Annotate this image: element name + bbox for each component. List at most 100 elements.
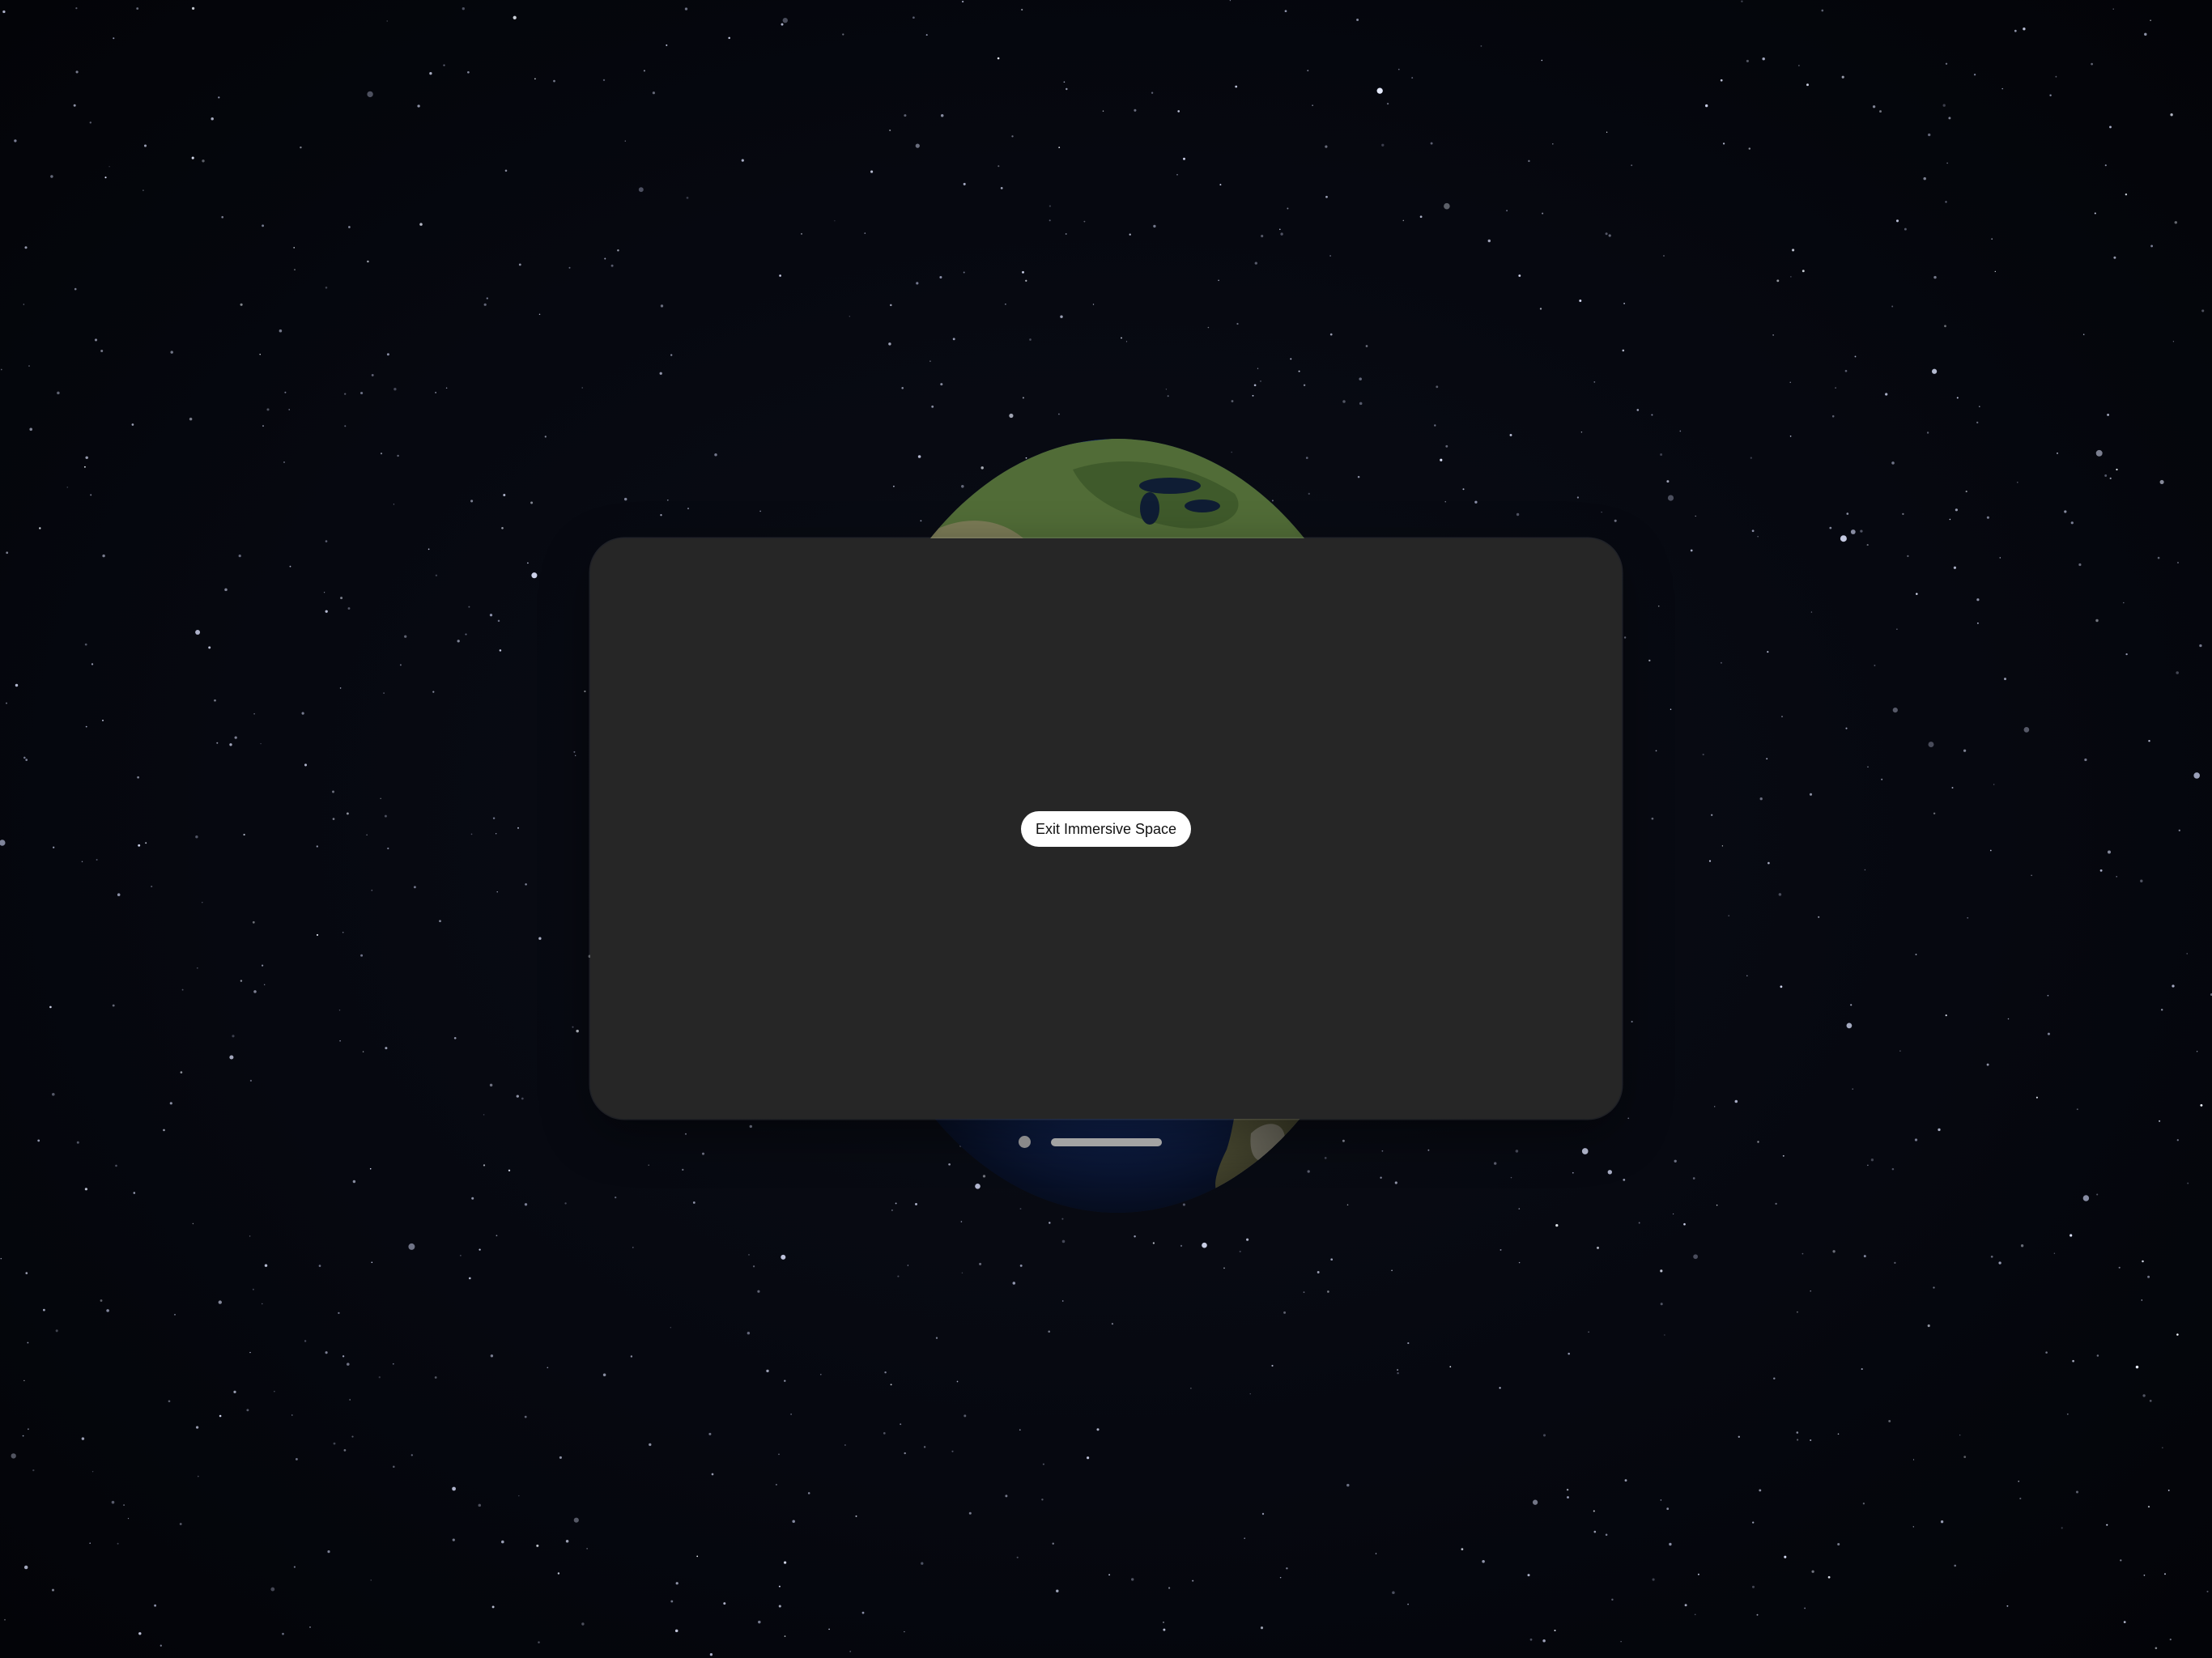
star xyxy=(1494,1162,1497,1165)
star xyxy=(1866,544,1869,546)
star xyxy=(2112,8,2114,10)
star xyxy=(1151,91,1154,94)
star xyxy=(1891,1167,1895,1171)
star xyxy=(100,350,104,352)
star xyxy=(685,1133,687,1135)
star xyxy=(790,1414,792,1415)
star xyxy=(1835,387,1836,389)
star xyxy=(1572,1171,1574,1174)
star xyxy=(544,436,547,438)
star xyxy=(417,104,420,108)
star xyxy=(66,487,69,488)
star xyxy=(1850,529,1856,534)
star xyxy=(682,1168,684,1171)
star xyxy=(1860,529,1863,533)
star xyxy=(807,1492,810,1494)
star xyxy=(696,1555,699,1558)
star xyxy=(2199,644,2202,648)
star xyxy=(1702,753,1704,756)
star xyxy=(2107,413,2110,416)
star xyxy=(131,423,134,426)
star xyxy=(399,664,402,666)
star xyxy=(360,391,364,395)
star xyxy=(518,1494,520,1497)
star xyxy=(2061,1527,2063,1529)
star xyxy=(615,1196,617,1199)
star xyxy=(343,1449,347,1452)
star xyxy=(191,156,194,159)
star xyxy=(1789,435,1792,437)
star xyxy=(575,755,576,756)
star xyxy=(2118,1266,2121,1269)
star xyxy=(741,159,744,162)
star xyxy=(367,91,373,98)
star xyxy=(347,1363,350,1366)
star xyxy=(711,1473,714,1476)
star xyxy=(630,1355,633,1358)
star xyxy=(301,712,304,715)
star xyxy=(499,649,502,652)
exit-immersive-space-button[interactable]: Exit Immersive Space xyxy=(1021,811,1191,847)
star xyxy=(1049,219,1051,222)
star xyxy=(2142,1394,2146,1397)
star xyxy=(1734,1099,1738,1103)
star xyxy=(393,388,397,391)
star xyxy=(486,297,488,300)
star xyxy=(586,1548,588,1550)
star xyxy=(262,964,264,967)
star xyxy=(338,1312,340,1315)
star xyxy=(90,494,92,496)
star xyxy=(573,750,576,753)
star xyxy=(660,304,664,308)
star xyxy=(371,1261,373,1264)
star xyxy=(1854,355,1857,358)
star xyxy=(1888,1419,1891,1422)
star xyxy=(1916,593,1918,595)
star xyxy=(479,1248,481,1251)
star xyxy=(888,342,891,346)
star xyxy=(249,1235,251,1237)
star xyxy=(57,391,60,395)
star xyxy=(309,1626,311,1628)
star xyxy=(1397,68,1400,70)
star xyxy=(1990,1255,1993,1258)
star xyxy=(1796,1311,1798,1313)
star xyxy=(1260,380,1261,382)
window-grab-bar[interactable] xyxy=(1051,1138,1162,1146)
star xyxy=(659,372,662,375)
star xyxy=(300,146,302,149)
star xyxy=(1303,1291,1305,1294)
star xyxy=(1607,1170,1613,1175)
star xyxy=(23,1380,25,1382)
star xyxy=(708,1432,712,1435)
star xyxy=(197,1475,199,1477)
star xyxy=(221,215,224,219)
star xyxy=(1434,424,1436,427)
star xyxy=(208,646,211,649)
star xyxy=(1542,1434,1546,1437)
star xyxy=(371,889,373,891)
star xyxy=(968,1511,972,1515)
star xyxy=(1912,1526,1914,1528)
star xyxy=(81,1437,85,1440)
star xyxy=(434,1376,437,1379)
star xyxy=(1802,270,1805,273)
star xyxy=(521,1097,524,1100)
star xyxy=(445,387,448,389)
star xyxy=(1831,414,1835,418)
star xyxy=(84,1188,88,1191)
star xyxy=(1976,421,1979,424)
star xyxy=(1192,1579,1194,1582)
close-dot-icon[interactable] xyxy=(1019,1136,1031,1148)
star xyxy=(1436,385,1439,389)
star xyxy=(1895,219,1899,223)
star xyxy=(2023,28,2026,31)
star xyxy=(1260,1626,1264,1630)
star xyxy=(775,1483,777,1486)
window-controls xyxy=(1019,1134,1164,1150)
star xyxy=(828,1628,830,1630)
star xyxy=(1775,1202,1777,1205)
star xyxy=(202,159,205,163)
star xyxy=(935,1337,938,1339)
star xyxy=(1879,110,1882,113)
